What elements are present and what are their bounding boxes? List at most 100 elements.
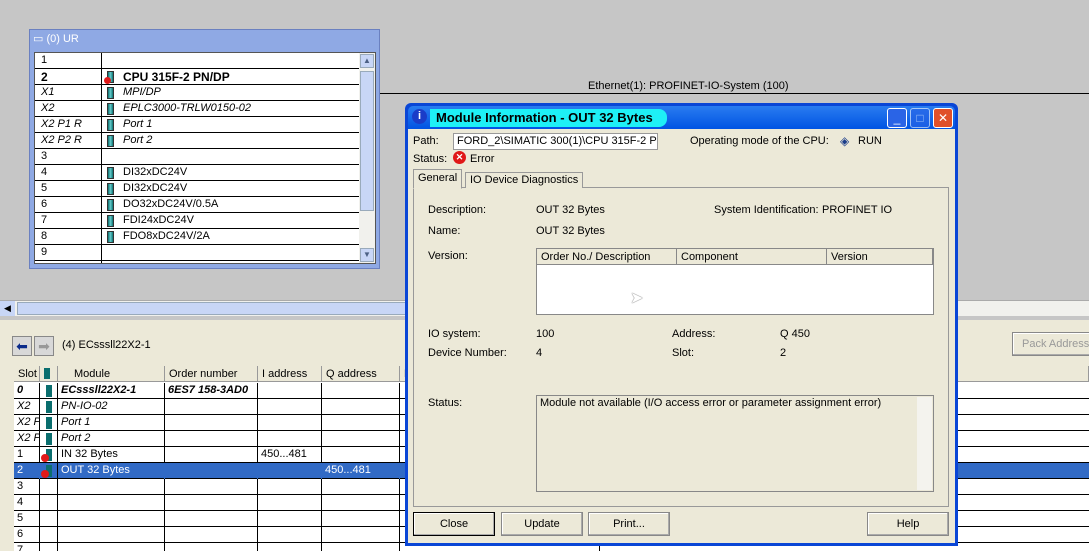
status-scrollbar[interactable] <box>917 397 932 490</box>
cell-slot: 5 <box>14 511 40 527</box>
rack-module: CPU 315F-2 PN/DP <box>123 70 230 84</box>
rack-row[interactable]: 6 DO32xDC24V/0.5A <box>35 197 360 213</box>
pack-address-button[interactable]: Pack Address <box>1012 332 1089 356</box>
operating-mode-value: RUN <box>858 135 882 147</box>
rack-module: FDO8xDC24V/2A <box>123 230 210 242</box>
icon-cell <box>40 527 58 543</box>
rack-row[interactable]: 2 CPU 315F-2 PN/DP <box>35 69 360 85</box>
cell-slot: 1 <box>14 447 40 463</box>
cell-module <box>58 479 165 495</box>
path-field[interactable]: FORD_2\SIMATIC 300(1)\CPU 315F-2 PN/D <box>453 133 658 150</box>
rack-table: 1 2 CPU 315F-2 PN/DP X1 MPI/DP X2 EPLC3000-TRL… <box>34 52 376 264</box>
cell-order <box>165 415 258 431</box>
column-header-slot[interactable]: Slot <box>14 366 40 382</box>
forward-arrow-icon[interactable]: ➡ <box>34 336 54 356</box>
rack-row[interactable]: X2 EPLC3000-TRLW0150-02 <box>35 101 360 117</box>
cell-slot: 7 <box>14 543 40 551</box>
rack-row[interactable]: 3 <box>35 149 360 165</box>
scroll-up-icon[interactable]: ▲ <box>360 54 374 68</box>
cell-q <box>322 447 400 463</box>
icon-cell <box>40 447 58 463</box>
cell-q <box>322 399 400 415</box>
rack-vertical-scrollbar[interactable]: ▲ ▼ <box>359 53 375 263</box>
help-button[interactable]: Help <box>867 512 949 536</box>
rack-module: Port 2 <box>123 134 153 146</box>
cell-module: Port 2 <box>58 431 165 447</box>
print-button[interactable]: Print... <box>588 512 670 536</box>
ethernet-label: Ethernet(1): PROFINET-IO-System (100) <box>588 80 789 92</box>
version-list[interactable]: Order No./ Description Component Version <box>536 248 934 315</box>
status-textbox[interactable]: Module not available (I/O access error o… <box>536 395 934 492</box>
icon-cell <box>40 383 58 399</box>
rack-row[interactable]: 8 FDO8xDC24V/2A <box>35 229 360 245</box>
info-icon: i <box>412 109 427 124</box>
operating-mode-label: Operating mode of the CPU: <box>690 135 829 147</box>
cell-slot: X2 P2 <box>14 431 40 447</box>
update-button[interactable]: Update <box>501 512 583 536</box>
scroll-thumb[interactable] <box>360 71 374 211</box>
cell-order <box>165 543 258 551</box>
column-header-icon[interactable] <box>40 366 58 382</box>
status-box-label: Status: <box>428 397 463 409</box>
cell-q <box>322 431 400 447</box>
cell-order <box>165 495 258 511</box>
rack-module: DI32xDC24V <box>123 166 188 178</box>
cell-q <box>322 383 400 399</box>
version-column-version[interactable]: Version <box>827 249 933 265</box>
ethernet-line[interactable] <box>380 93 1089 94</box>
back-arrow-icon[interactable]: ⬅ <box>12 336 32 356</box>
tab-io-device-diagnostics[interactable]: IO Device Diagnostics <box>465 172 584 188</box>
cell-order <box>165 447 258 463</box>
name-label: Name: <box>428 225 461 237</box>
cell-i <box>258 463 322 479</box>
column-header-order-number[interactable]: Order number <box>165 366 258 382</box>
module-icon <box>107 183 114 195</box>
module-icon <box>107 231 114 243</box>
error-icon <box>41 454 49 462</box>
rack-title: ▭ (0) UR <box>33 33 79 45</box>
rack-module: Port 1 <box>123 118 153 130</box>
module-icon <box>46 417 52 429</box>
rack-row[interactable]: X2 P1 R Port 1 <box>35 117 360 133</box>
rack-row[interactable]: 4 DI32xDC24V <box>35 165 360 181</box>
rack-row[interactable]: 5 DI32xDC24V <box>35 181 360 197</box>
version-column-order[interactable]: Order No./ Description <box>537 249 677 265</box>
rack-row[interactable]: 7 FDI24xDC24V <box>35 213 360 229</box>
rack-row[interactable]: 1 <box>35 53 360 69</box>
cell-order: 6ES7 158-3AD0 <box>165 383 258 399</box>
slot-value: 2 <box>780 347 787 359</box>
column-header-module[interactable]: Module <box>58 366 165 382</box>
rack-slot: 2 <box>41 70 48 84</box>
minimize-button[interactable]: _ <box>887 108 907 128</box>
rack-row[interactable]: X2 P2 R Port 2 <box>35 133 360 149</box>
rack-window[interactable]: ▭ (0) UR 1 2 CPU 315F-2 PN/DP X1 MPI/DP X2 EPL… <box>29 29 380 269</box>
module-icon <box>46 401 52 413</box>
cell-module: OUT 32 Bytes <box>58 463 165 479</box>
rack-slot: X2 P2 R <box>41 134 82 146</box>
cell-module <box>58 527 165 543</box>
cell-i <box>258 495 322 511</box>
cell-slot: 2 <box>14 463 40 479</box>
maximize-button[interactable]: □ <box>910 108 930 128</box>
cell-slot: 6 <box>14 527 40 543</box>
close-button[interactable]: Close <box>413 512 495 536</box>
rack-slot: X2 P1 R <box>41 118 82 130</box>
version-column-component[interactable]: Component <box>677 249 827 265</box>
cell-order <box>165 431 258 447</box>
rack-slot: X2 <box>41 102 55 114</box>
column-header-q-address[interactable]: Q address <box>322 366 400 382</box>
icon-cell <box>40 415 58 431</box>
cell-i <box>258 543 322 551</box>
column-header-i-address[interactable]: I address <box>258 366 322 382</box>
close-window-button[interactable]: ✕ <box>933 108 953 128</box>
slot-label: Slot: <box>672 347 695 359</box>
scroll-down-icon[interactable]: ▼ <box>360 248 374 262</box>
system-identification-label: System Identification: <box>714 204 819 216</box>
tab-general[interactable]: General <box>413 169 463 189</box>
rack-row[interactable]: 9 <box>35 245 360 261</box>
dialog-title-bar[interactable]: i Module Information - OUT 32 Bytes _ □ … <box>408 106 955 129</box>
rack-row[interactable]: X1 MPI/DP <box>35 85 360 101</box>
module-icon <box>107 199 114 211</box>
scroll-left-icon[interactable]: ◀ <box>0 301 15 316</box>
icon-cell <box>40 463 58 479</box>
